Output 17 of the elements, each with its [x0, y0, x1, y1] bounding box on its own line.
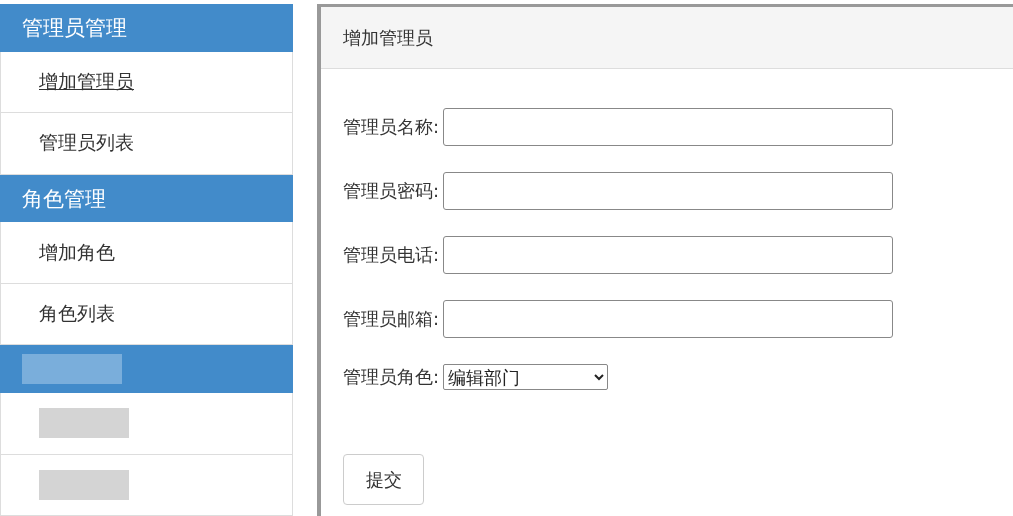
input-field[interactable] [443, 300, 894, 338]
sidebar-item[interactable]: 管理员列表 [0, 113, 293, 175]
panel-title: 增加管理员 [343, 25, 433, 50]
input-field[interactable] [443, 108, 894, 146]
input-field[interactable] [443, 172, 894, 210]
field-label: 管理员邮箱: [343, 307, 440, 331]
input-field[interactable] [443, 236, 894, 274]
sidebar-item[interactable]: 增加管理员 [0, 51, 293, 114]
sidebar-item[interactable]: 增加角色 [0, 222, 293, 284]
role-select[interactable]: 编辑部门 [443, 364, 609, 390]
field-label: 管理员名称: [343, 115, 440, 139]
submit-button[interactable]: 提交 [343, 454, 424, 505]
sidebar-header: 管理员管理 [0, 4, 293, 52]
field-label: 管理员角色: [343, 365, 440, 389]
field-label: 管理员电话: [343, 243, 440, 267]
sidebar-header: 角色管理 [0, 174, 293, 223]
field-label: 管理员密码: [343, 179, 440, 203]
